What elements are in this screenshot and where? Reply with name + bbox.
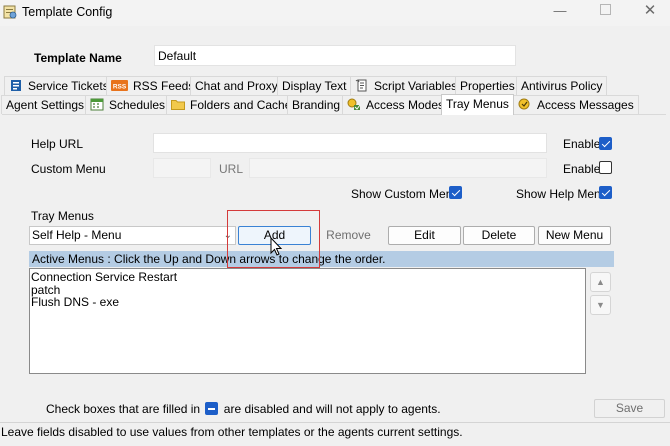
tab-service-tickets[interactable]: Service Tickets xyxy=(4,76,114,95)
tab-label: Antivirus Policy xyxy=(521,79,603,93)
arrow-up-icon: ▲ xyxy=(596,277,605,287)
new-menu-button[interactable]: New Menu xyxy=(538,226,611,245)
tab-label: Folders and Cache xyxy=(190,98,292,112)
template-config-window: Template Config — ✕ Template Name Servic… xyxy=(0,0,670,446)
access-icon xyxy=(347,98,361,110)
tab-antivirus-policy[interactable]: Antivirus Policy xyxy=(516,76,608,95)
arrow-down-icon: ▼ xyxy=(596,300,605,310)
tab-branding[interactable]: Branding xyxy=(287,95,346,114)
tab-folders-and-cache[interactable]: Folders and Cache xyxy=(166,95,297,114)
maximize-icon[interactable] xyxy=(598,4,612,18)
tab-label: Schedules xyxy=(109,98,166,112)
move-down-button[interactable]: ▼ xyxy=(590,295,611,315)
tab-schedules[interactable]: Schedules xyxy=(85,95,171,114)
tab-label: Branding xyxy=(292,98,341,112)
minimize-icon[interactable]: — xyxy=(553,4,567,18)
help-url-enable-checkbox[interactable] xyxy=(599,137,612,150)
custom-menu-input[interactable] xyxy=(153,158,211,178)
tab-label: Tray Menus xyxy=(446,97,509,111)
tab-label: Script Variables xyxy=(374,79,458,93)
help-url-enable-label: Enable xyxy=(563,137,601,151)
active-menus-banner: Active Menus : Click the Up and Down arr… xyxy=(29,251,614,267)
status-bar: Leave fields disabled to use values from… xyxy=(0,422,670,446)
show-help-menu-label: Show Help Menu xyxy=(516,187,608,201)
help-url-label: Help URL xyxy=(31,137,84,151)
tab-access-modes[interactable]: Access Modes xyxy=(342,95,450,114)
tab-label: Properties xyxy=(460,79,515,93)
disabled-checkbox-note: Check boxes that are filled in are disab… xyxy=(46,402,441,416)
ticket-icon xyxy=(11,80,21,91)
move-up-button[interactable]: ▲ xyxy=(590,272,611,292)
status-text: Leave fields disabled to use values from… xyxy=(1,425,463,439)
tab-label: Access Messages xyxy=(537,98,634,112)
tray-menu-select[interactable]: Self Help - Menu ⌄ xyxy=(29,226,236,245)
tab-label: Display Text xyxy=(282,79,347,93)
save-button[interactable]: Save xyxy=(594,399,665,418)
tab-label: Agent Settings xyxy=(6,98,85,112)
message-icon xyxy=(518,98,530,110)
show-help-menu-checkbox[interactable] xyxy=(599,186,612,199)
tab-display-text[interactable]: Display Text xyxy=(277,76,352,95)
folder-icon xyxy=(171,100,185,110)
tab-access-messages[interactable]: Access Messages xyxy=(513,95,639,114)
tab-label: Access Modes xyxy=(366,98,445,112)
show-custom-menu-label: Show Custom Menu xyxy=(351,187,460,201)
tray-menus-label: Tray Menus xyxy=(31,209,94,223)
schedule-icon xyxy=(90,98,104,111)
note-after: are disabled and will not apply to agent… xyxy=(223,402,441,416)
title-bar: Template Config — ✕ xyxy=(0,0,670,26)
list-item[interactable]: Flush DNS - exe xyxy=(31,296,584,309)
tray-menu-selected-value: Self Help - Menu xyxy=(32,228,122,242)
help-url-input[interactable] xyxy=(153,133,547,153)
close-icon[interactable]: ✕ xyxy=(643,3,657,18)
tab-properties[interactable]: Properties xyxy=(455,76,520,95)
tab-tray-menus[interactable]: Tray Menus xyxy=(441,94,514,115)
template-name-input[interactable] xyxy=(154,45,516,66)
svg-text:RSS: RSS xyxy=(113,84,127,91)
custom-menu-enable-checkbox[interactable] xyxy=(599,161,612,174)
tab-agent-settings[interactable]: Agent Settings xyxy=(1,95,90,114)
custom-menu-enable-label: Enable xyxy=(563,162,601,176)
mouse-cursor-icon xyxy=(270,237,283,256)
template-name-label: Template Name xyxy=(34,51,122,65)
config-app-icon xyxy=(3,5,17,19)
tab-chat-and-proxy[interactable]: Chat and Proxy xyxy=(190,76,283,95)
show-custom-menu-checkbox[interactable] xyxy=(449,186,462,199)
tab-rss-feeds[interactable]: RSS RSS Feeds xyxy=(106,76,200,95)
active-menus-list[interactable]: Connection Service Restart patch Flush D… xyxy=(29,268,586,374)
edit-button[interactable]: Edit xyxy=(388,226,461,245)
custom-menu-url-input[interactable] xyxy=(249,158,547,178)
tab-label: Chat and Proxy xyxy=(195,79,278,93)
tab-script-variables[interactable]: Script Variables xyxy=(350,76,463,95)
delete-button[interactable]: Delete xyxy=(463,226,535,245)
custom-menu-label: Custom Menu xyxy=(31,162,106,176)
window-title: Template Config xyxy=(22,5,113,19)
script-icon xyxy=(355,79,367,92)
note-before: Check boxes that are filled in xyxy=(46,402,201,416)
rss-icon: RSS xyxy=(111,80,128,91)
custom-menu-url-label: URL xyxy=(219,162,244,176)
tab-label: RSS Feeds xyxy=(133,79,195,93)
list-item[interactable]: Connection Service Restart xyxy=(31,271,584,284)
remove-button[interactable]: Remove xyxy=(313,226,384,245)
indeterminate-checkbox-icon xyxy=(205,402,219,415)
tab-label: Service Tickets xyxy=(28,79,109,93)
